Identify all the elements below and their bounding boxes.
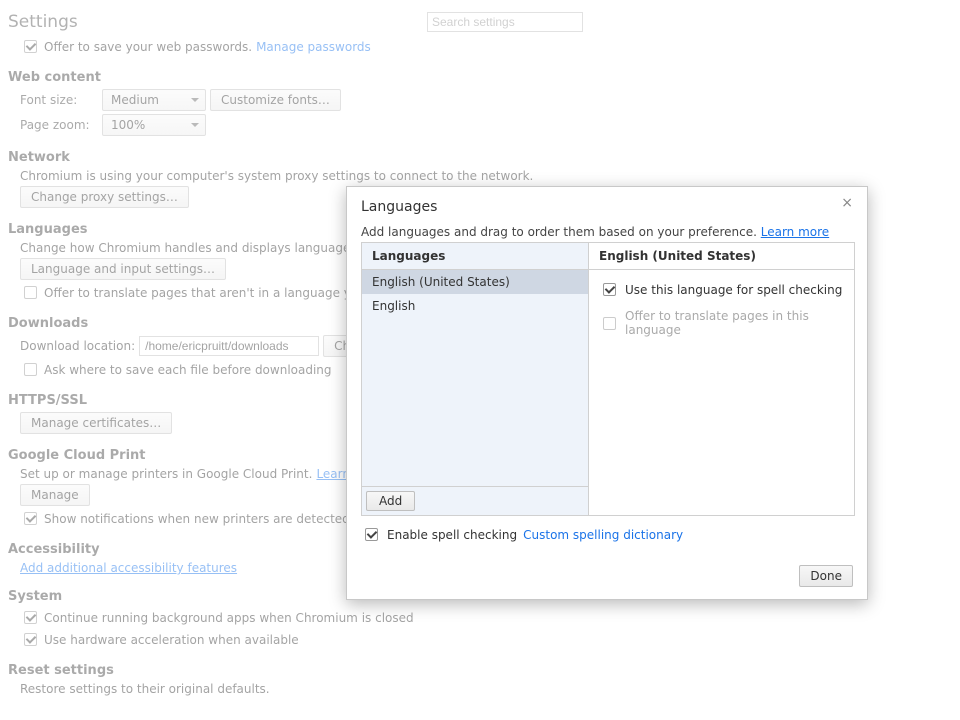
manage-passwords-link[interactable]: Manage passwords xyxy=(256,40,371,54)
page-zoom-label: Page zoom: xyxy=(20,118,98,132)
caret-down-icon xyxy=(191,123,199,127)
font-size-select[interactable]: Medium xyxy=(102,89,206,111)
add-language-button[interactable]: Add xyxy=(366,491,415,511)
download-location-input[interactable] xyxy=(139,336,319,356)
download-location-label: Download location: xyxy=(20,339,135,353)
enable-spellcheck-checkbox[interactable] xyxy=(365,528,378,541)
languages-panel: Languages English (United States) Englis… xyxy=(361,242,855,516)
caret-down-icon xyxy=(191,98,199,102)
network-desc: Chromium is using your computer's system… xyxy=(20,169,533,183)
gcp-desc: Set up or manage printers in Google Clou… xyxy=(20,467,312,481)
download-ask-label: Ask where to save each file before downl… xyxy=(44,363,332,377)
languages-dialog: Languages × Add languages and drag to or… xyxy=(346,186,868,600)
language-item[interactable]: English xyxy=(362,294,588,318)
language-details-pane: English (United States) Use this languag… xyxy=(589,243,854,515)
languages-list-header: Languages xyxy=(362,243,588,270)
change-proxy-button[interactable]: Change proxy settings… xyxy=(20,186,189,208)
language-item[interactable]: English (United States) xyxy=(362,270,588,294)
translate-language-checkbox xyxy=(603,317,616,330)
language-details-header: English (United States) xyxy=(589,243,854,270)
customize-fonts-button[interactable]: Customize fonts… xyxy=(210,89,341,111)
done-button[interactable]: Done xyxy=(799,565,853,587)
dialog-desc: Add languages and drag to order them bas… xyxy=(361,225,757,239)
spellcheck-language-checkbox[interactable] xyxy=(603,283,616,296)
page-zoom-select[interactable]: 100% xyxy=(102,114,206,136)
close-icon[interactable]: × xyxy=(837,193,857,213)
download-ask-checkbox[interactable] xyxy=(24,363,37,376)
page-title: Settings xyxy=(8,12,78,32)
gcp-manage-button[interactable]: Manage xyxy=(20,484,90,506)
languages-list: English (United States) English xyxy=(362,270,588,486)
search-input[interactable] xyxy=(427,12,583,32)
translate-offer-checkbox[interactable] xyxy=(24,286,37,299)
gcp-notify-checkbox[interactable] xyxy=(24,512,37,525)
font-size-label: Font size: xyxy=(20,93,98,107)
reset-desc: Restore settings to their original defau… xyxy=(20,682,270,696)
section-reset: Reset settings xyxy=(8,663,952,678)
offer-save-passwords-label: Offer to save your web passwords. xyxy=(44,40,252,54)
dialog-title: Languages xyxy=(361,199,437,215)
system-hw-accel-checkbox[interactable] xyxy=(24,633,37,646)
section-web-content: Web content xyxy=(8,70,952,85)
languages-list-pane: Languages English (United States) Englis… xyxy=(362,243,589,515)
accessibility-link[interactable]: Add additional accessibility features xyxy=(20,561,237,575)
languages-desc: Change how Chromium handles and displays… xyxy=(20,241,360,255)
system-bg-apps-label: Continue running background apps when Ch… xyxy=(44,611,414,625)
page-zoom-value: 100% xyxy=(111,118,145,132)
spellcheck-language-label: Use this language for spell checking xyxy=(625,283,842,297)
system-hw-accel-label: Use hardware acceleration when available xyxy=(44,633,299,647)
custom-dictionary-link[interactable]: Custom spelling dictionary xyxy=(523,528,683,542)
font-size-value: Medium xyxy=(111,93,159,107)
dialog-learn-more-link[interactable]: Learn more xyxy=(761,225,829,239)
section-network: Network xyxy=(8,150,952,165)
enable-spellcheck-label: Enable spell checking xyxy=(387,528,517,542)
translate-language-label: Offer to translate pages in this languag… xyxy=(625,309,844,337)
offer-save-passwords-checkbox[interactable] xyxy=(24,40,37,53)
manage-certificates-button[interactable]: Manage certificates… xyxy=(20,412,172,434)
language-input-settings-button[interactable]: Language and input settings… xyxy=(20,258,226,280)
system-bg-apps-checkbox[interactable] xyxy=(24,611,37,624)
